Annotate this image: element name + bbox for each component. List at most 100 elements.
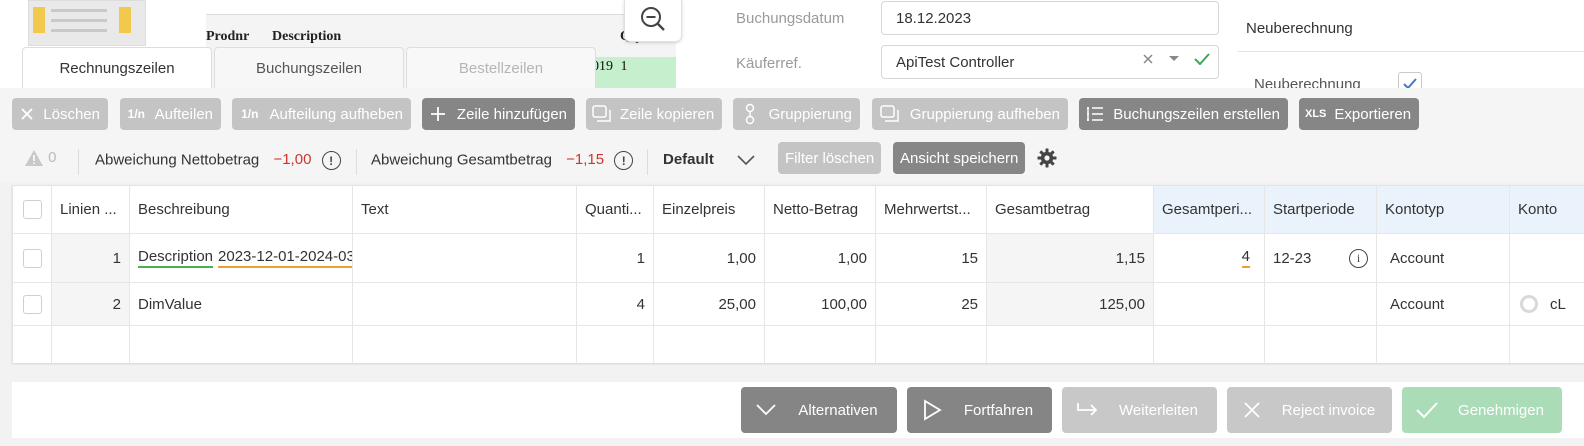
split-icon: 1/n bbox=[241, 107, 259, 121]
warnings-indicator[interactable]: 0 bbox=[24, 149, 57, 167]
gear-icon[interactable] bbox=[1037, 148, 1057, 168]
description-cell[interactable]: Description 2023-12-01-2024-03 bbox=[130, 234, 353, 282]
column-header[interactable]: Quanti... bbox=[577, 186, 654, 233]
row-checkbox[interactable] bbox=[22, 248, 42, 268]
column-header[interactable]: Kontotyp bbox=[1377, 186, 1510, 233]
ungroup-label: Gruppierung aufheben bbox=[909, 105, 1060, 123]
vat-cell[interactable]: 15 bbox=[876, 234, 987, 282]
view-name: Default bbox=[663, 151, 714, 168]
view-selector[interactable]: Default bbox=[663, 151, 756, 168]
row-checkbox[interactable] bbox=[22, 294, 42, 314]
description-cell[interactable]: DimValue bbox=[130, 283, 353, 325]
document-thumbnail[interactable] bbox=[28, 0, 146, 46]
close-icon bbox=[1227, 401, 1277, 419]
column-header[interactable]: Gesamtbetrag bbox=[987, 186, 1154, 233]
text-cell[interactable] bbox=[353, 283, 577, 325]
copy-icon bbox=[592, 102, 612, 126]
tab-rechnungszeilen[interactable]: Rechnungszeilen bbox=[22, 47, 212, 88]
start-period-cell[interactable]: 12-23 i bbox=[1265, 234, 1377, 282]
unsplit-button[interactable]: 1/n Aufteilung aufheben bbox=[232, 98, 411, 130]
save-view-button[interactable]: Ansicht speichern bbox=[893, 142, 1026, 174]
net-deviation-value: −1,00 bbox=[273, 151, 312, 169]
split-label: Aufteilen bbox=[154, 105, 213, 123]
ungroup-button[interactable]: Gruppierung aufheben bbox=[872, 98, 1068, 130]
create-posting-lines-button[interactable]: Buchungszeilen erstellen bbox=[1079, 98, 1288, 130]
unit-price-cell[interactable]: 1,00 bbox=[654, 234, 765, 282]
quantity-cell[interactable]: 1 bbox=[577, 234, 654, 282]
empty-cell bbox=[52, 326, 130, 363]
account-cell[interactable] bbox=[1510, 234, 1584, 282]
column-header[interactable]: Startperiode bbox=[1265, 186, 1377, 233]
divider bbox=[1238, 51, 1584, 52]
chevron-down-icon bbox=[741, 403, 791, 417]
tab-buchungszeilen[interactable]: Buchungszeilen bbox=[214, 47, 404, 88]
column-header[interactable]: Mehrwertst... bbox=[876, 186, 987, 233]
approve-button[interactable]: Genehmigen bbox=[1402, 387, 1562, 433]
booking-date-field[interactable]: 18.12.2023 bbox=[881, 1, 1219, 35]
divider bbox=[78, 149, 79, 175]
group-button[interactable]: Gruppierung bbox=[733, 98, 860, 130]
account-type-cell[interactable]: Account bbox=[1377, 234, 1510, 282]
chevron-down-icon bbox=[737, 155, 755, 166]
footer-actions: Alternativen Fortfahren Weiterleiten Rej… bbox=[12, 382, 1584, 438]
quantity-cell[interactable]: 4 bbox=[577, 283, 654, 325]
empty-cell bbox=[353, 326, 577, 363]
alternatives-label: Alternativen bbox=[798, 401, 878, 419]
check-icon bbox=[1403, 78, 1417, 88]
info-icon[interactable]: i bbox=[1349, 248, 1368, 268]
thumbnail-line bbox=[51, 29, 107, 32]
invoice-lines-table: Linien ... Beschreibung Text Quanti... E… bbox=[12, 185, 1584, 363]
column-header[interactable]: Gesamtperi... bbox=[1154, 186, 1265, 233]
empty-cell bbox=[13, 326, 52, 363]
reject-invoice-button[interactable]: Reject invoice bbox=[1227, 387, 1392, 433]
loading-icon bbox=[1520, 295, 1538, 313]
column-header[interactable]: Konto bbox=[1510, 186, 1584, 233]
forward-icon bbox=[1062, 401, 1112, 419]
text-cell[interactable] bbox=[353, 234, 577, 282]
table-row[interactable]: 2 DimValue 4 25,00 100,00 25 125,00 Acco… bbox=[13, 283, 1584, 326]
create-posting-label: Buchungszeilen erstellen bbox=[1113, 105, 1280, 123]
periods-cell[interactable]: 4 bbox=[1154, 234, 1265, 282]
net-amount-cell[interactable]: 1,00 bbox=[765, 234, 876, 282]
net-amount-cell[interactable]: 100,00 bbox=[765, 283, 876, 325]
column-header[interactable]: Netto-Betrag bbox=[765, 186, 876, 233]
periods-cell[interactable] bbox=[1154, 283, 1265, 325]
chevron-down-icon[interactable] bbox=[1168, 55, 1180, 63]
export-label: Exportieren bbox=[1334, 105, 1412, 123]
vat-cell[interactable]: 25 bbox=[876, 283, 987, 325]
account-type-cell[interactable]: Account bbox=[1377, 283, 1510, 325]
start-period-cell[interactable] bbox=[1265, 283, 1377, 325]
add-row-button[interactable]: Zeile hinzufügen bbox=[422, 98, 575, 130]
split-button[interactable]: 1/n Aufteilen bbox=[120, 98, 221, 130]
delete-button[interactable]: Löschen bbox=[12, 98, 108, 130]
recalculation-checkbox[interactable] bbox=[1398, 72, 1422, 88]
column-header[interactable]: Text bbox=[353, 186, 577, 233]
continue-button[interactable]: Fortfahren bbox=[907, 387, 1052, 433]
recalculation-checkbox-label: Neuberechnung bbox=[1254, 76, 1361, 88]
export-button[interactable]: XLS Exportieren bbox=[1299, 98, 1419, 130]
zoom-out-button[interactable] bbox=[624, 0, 682, 42]
account-cell[interactable]: cL bbox=[1510, 283, 1584, 325]
column-header[interactable]: Einzelpreis bbox=[654, 186, 765, 233]
check-icon bbox=[1402, 401, 1452, 419]
info-icon[interactable]: ! bbox=[321, 151, 341, 170]
column-header[interactable]: Linien ... bbox=[52, 186, 130, 233]
description-period: 2023-12-01-2024-03 bbox=[218, 248, 352, 268]
clear-icon[interactable] bbox=[1142, 53, 1154, 65]
empty-cell bbox=[577, 326, 654, 363]
table-row[interactable]: 1 Description 2023-12-01-2024-03 1 1,00 … bbox=[13, 234, 1584, 283]
select-all-checkbox[interactable] bbox=[22, 200, 42, 219]
tab-bestellzeilen[interactable]: Bestellzeilen bbox=[406, 47, 596, 88]
toolbar: Löschen 1/n Aufteilen 1/n Aufteilung auf… bbox=[0, 88, 1584, 140]
warning-icon bbox=[25, 150, 43, 167]
unit-price-cell[interactable]: 25,00 bbox=[654, 283, 765, 325]
buyer-ref-combobox[interactable]: ApiTest Controller bbox=[881, 45, 1219, 79]
column-header[interactable]: Beschreibung bbox=[130, 186, 353, 233]
clear-filter-button[interactable]: Filter löschen bbox=[778, 142, 882, 174]
booking-date-label: Buchungsdatum bbox=[736, 10, 845, 27]
copy-row-button[interactable]: Zeile kopieren bbox=[586, 98, 722, 130]
info-icon[interactable]: ! bbox=[614, 151, 634, 170]
alternatives-button[interactable]: Alternativen bbox=[741, 387, 897, 433]
forward-button[interactable]: Weiterleiten bbox=[1062, 387, 1217, 433]
table-header: Linien ... Beschreibung Text Quanti... E… bbox=[13, 186, 1584, 234]
